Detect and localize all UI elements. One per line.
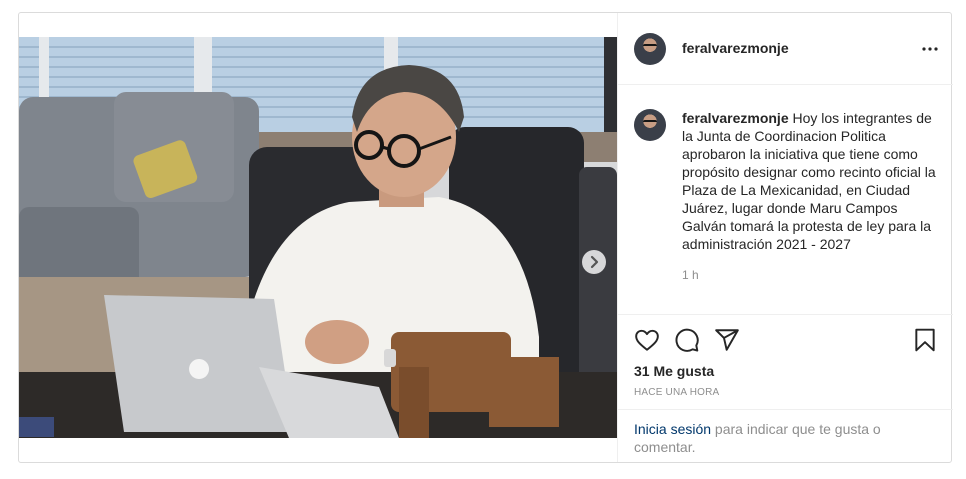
action-section: 31 Me gusta HACE UNA HORA Inicia sesión … bbox=[618, 314, 953, 463]
instagram-post: feralvarezmonje feralvarezmonje Hoy los … bbox=[18, 12, 953, 463]
post-sidebar: feralvarezmonje feralvarezmonje Hoy los … bbox=[617, 13, 953, 462]
post-time: HACE UNA HORA bbox=[634, 387, 720, 398]
like-button[interactable] bbox=[634, 327, 660, 353]
likes-count[interactable]: 31 Me gusta bbox=[634, 363, 714, 379]
caption-text: feralvarezmonje Hoy los integrantes de l… bbox=[682, 109, 942, 253]
comment-icon bbox=[675, 328, 699, 352]
login-prompt-text: Inicia sesión para indicar que te gusta … bbox=[634, 420, 934, 456]
bookmark-icon bbox=[915, 328, 935, 352]
chevron-right-icon bbox=[590, 255, 599, 269]
share-button[interactable] bbox=[714, 327, 740, 353]
caption-timestamp: 1 h bbox=[682, 268, 699, 282]
post-photo[interactable] bbox=[19, 37, 617, 438]
more-options-button[interactable] bbox=[918, 37, 942, 61]
caption-avatar[interactable] bbox=[634, 109, 666, 141]
share-icon bbox=[715, 329, 739, 351]
next-photo-button[interactable] bbox=[582, 250, 606, 274]
save-button[interactable] bbox=[912, 327, 938, 353]
post-header: feralvarezmonje bbox=[618, 13, 953, 85]
more-options-icon bbox=[922, 47, 938, 51]
heart-icon bbox=[635, 329, 659, 351]
login-prompt: Inicia sesión para indicar que te gusta … bbox=[618, 409, 953, 464]
photo-illustration bbox=[19, 37, 617, 438]
caption-username[interactable]: feralvarezmonje bbox=[682, 110, 789, 126]
avatar[interactable] bbox=[634, 33, 666, 65]
header-username[interactable]: feralvarezmonje bbox=[682, 40, 789, 56]
caption-body: Hoy los integrantes de la Junta de Coord… bbox=[682, 110, 936, 252]
comment-button[interactable] bbox=[674, 327, 700, 353]
login-link[interactable]: Inicia sesión bbox=[634, 421, 711, 437]
